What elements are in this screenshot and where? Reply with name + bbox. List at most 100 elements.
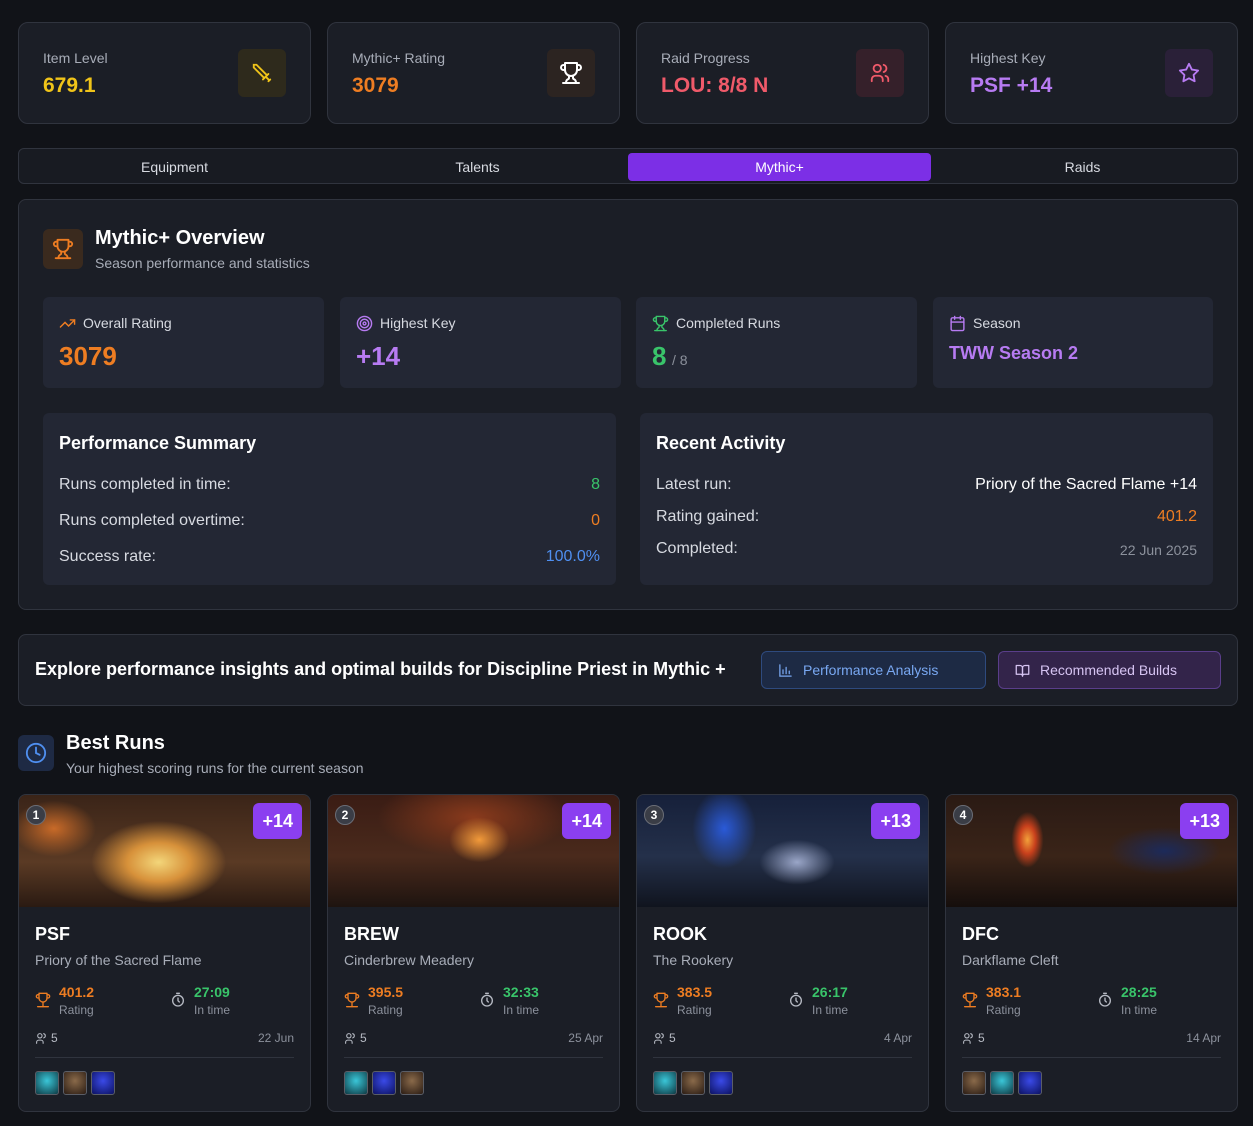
spec-icon <box>709 1071 733 1095</box>
party-specs <box>962 1071 1042 1095</box>
row-value: 100.0% <box>545 548 600 565</box>
overview-title: Mythic+ Overview <box>95 227 265 249</box>
users-icon <box>856 49 904 97</box>
party-specs <box>344 1071 424 1095</box>
row-value: 0 <box>591 512 600 529</box>
summary-row: Runs completed overtime: 0 <box>59 512 600 530</box>
bar-chart-icon <box>779 663 792 677</box>
time-label: In time <box>1121 1003 1158 1017</box>
time-label: In time <box>503 1003 540 1017</box>
users-icon <box>345 1033 355 1044</box>
row-label: Latest run: <box>656 476 732 493</box>
trophy-icon <box>344 992 360 1008</box>
button-label: Recommended Builds <box>1040 662 1177 678</box>
stat-label: Raid Progress <box>661 50 750 66</box>
spec-icon <box>35 1071 59 1095</box>
summary-title: Performance Summary <box>59 433 257 453</box>
button-label: Performance Analysis <box>803 662 939 678</box>
tab-bar: Equipment Talents Mythic+ Raids <box>18 148 1238 184</box>
spec-icon <box>63 1071 87 1095</box>
trophy-icon <box>653 992 669 1008</box>
spec-icon <box>400 1071 424 1095</box>
row-value: 22 Jun 2025 <box>1119 542 1197 558</box>
spec-icon <box>681 1071 705 1095</box>
time-label: In time <box>812 1003 849 1017</box>
row-value: Priory of the Sacred Flame +14 <box>975 476 1197 493</box>
summary-row: Runs completed in time: 8 <box>59 476 600 494</box>
spec-icon <box>372 1071 396 1095</box>
stat-card-highest-key: Highest Key PSF +14 <box>945 22 1238 124</box>
stat-label: Item Level <box>43 50 108 66</box>
time-label: In time <box>194 1003 231 1017</box>
performance-analysis-button[interactable]: Performance Analysis <box>761 651 986 689</box>
row-label: Rating gained: <box>656 508 760 525</box>
target-icon <box>356 315 373 332</box>
stat-label: Highest Key <box>970 50 1046 66</box>
card-label: Highest Key <box>380 315 456 331</box>
rating-label: Rating <box>59 1003 94 1017</box>
stat-value: 679.1 <box>43 74 96 97</box>
run-card-brew[interactable]: 2 +14 BREW Cinderbrew Meadery 395.5 Rati… <box>327 794 620 1112</box>
run-date: 22 Jun <box>257 1031 294 1045</box>
spec-icon <box>653 1071 677 1095</box>
card-value: TWW Season 2 <box>949 343 1079 363</box>
users-icon <box>36 1033 46 1044</box>
activity-title: Recent Activity <box>656 433 786 453</box>
stat-card-mythic-rating: Mythic+ Rating 3079 <box>327 22 620 124</box>
row-label: Runs completed in time: <box>59 476 231 493</box>
tab-talents[interactable]: Talents <box>326 153 629 181</box>
clock-icon <box>18 735 54 771</box>
recommended-builds-button[interactable]: Recommended Builds <box>998 651 1221 689</box>
overall-rating-card: Overall Rating 3079 <box>43 297 324 388</box>
recent-activity: Recent Activity Latest run: Priory of th… <box>640 413 1213 585</box>
timer-icon <box>790 992 802 1007</box>
activity-row: Latest run: Priory of the Sacred Flame +… <box>656 476 1197 494</box>
run-rating: 401.2 <box>59 984 95 1000</box>
party-size: 5 <box>51 1031 58 1045</box>
key-level-badge: +13 <box>871 803 920 839</box>
overview-subtitle: Season performance and statistics <box>95 255 310 271</box>
activity-row: Completed: 22 Jun 2025 <box>656 540 1197 558</box>
rating-label: Rating <box>368 1003 403 1017</box>
explore-text: Explore performance insights and optimal… <box>35 659 726 679</box>
summary-row: Success rate: 100.0% <box>59 548 600 566</box>
run-time: 26:17 <box>812 984 848 1000</box>
card-value: +14 <box>356 341 401 371</box>
card-label: Overall Rating <box>83 315 172 331</box>
rank-badge: 3 <box>644 805 664 825</box>
spec-icon <box>91 1071 115 1095</box>
party-size: 5 <box>669 1031 676 1045</box>
trophy-icon <box>43 229 83 269</box>
spec-icon <box>344 1071 368 1095</box>
party-specs <box>35 1071 115 1095</box>
trophy-icon <box>547 49 595 97</box>
party-size: 5 <box>978 1031 985 1045</box>
run-card-psf[interactable]: 1 +14 PSF Priory of the Sacred Flame 401… <box>18 794 311 1112</box>
run-time: 28:25 <box>1121 984 1157 1000</box>
tab-mythic-plus[interactable]: Mythic+ <box>628 153 931 181</box>
key-level-badge: +14 <box>562 803 611 839</box>
sword-icon <box>238 49 286 97</box>
season-card: Season TWW Season 2 <box>933 297 1213 388</box>
users-icon <box>654 1033 664 1044</box>
row-label: Completed: <box>656 540 738 557</box>
row-label: Success rate: <box>59 548 156 565</box>
trophy-icon <box>35 992 51 1008</box>
rank-badge: 4 <box>953 805 973 825</box>
key-level-badge: +14 <box>253 803 302 839</box>
card-value: 3079 <box>59 341 117 371</box>
stat-value: 3079 <box>352 74 399 97</box>
run-card-rook[interactable]: 3 +13 ROOK The Rookery 383.5 Rating 26:1… <box>636 794 929 1112</box>
tab-raids[interactable]: Raids <box>931 153 1234 181</box>
divider <box>653 1057 912 1058</box>
run-card-dfc[interactable]: 4 +13 DFC Darkflame Cleft 383.1 Rating 2… <box>945 794 1238 1112</box>
calendar-icon <box>950 315 965 332</box>
tab-equipment[interactable]: Equipment <box>23 153 326 181</box>
run-date: 14 Apr <box>1186 1031 1221 1045</box>
book-open-icon <box>1015 664 1030 677</box>
row-value: 8 <box>591 476 600 493</box>
run-date: 25 Apr <box>568 1031 603 1045</box>
dungeon-name: The Rookery <box>653 952 734 968</box>
row-label: Runs completed overtime: <box>59 512 245 529</box>
performance-summary: Performance Summary Runs completed in ti… <box>43 413 616 585</box>
